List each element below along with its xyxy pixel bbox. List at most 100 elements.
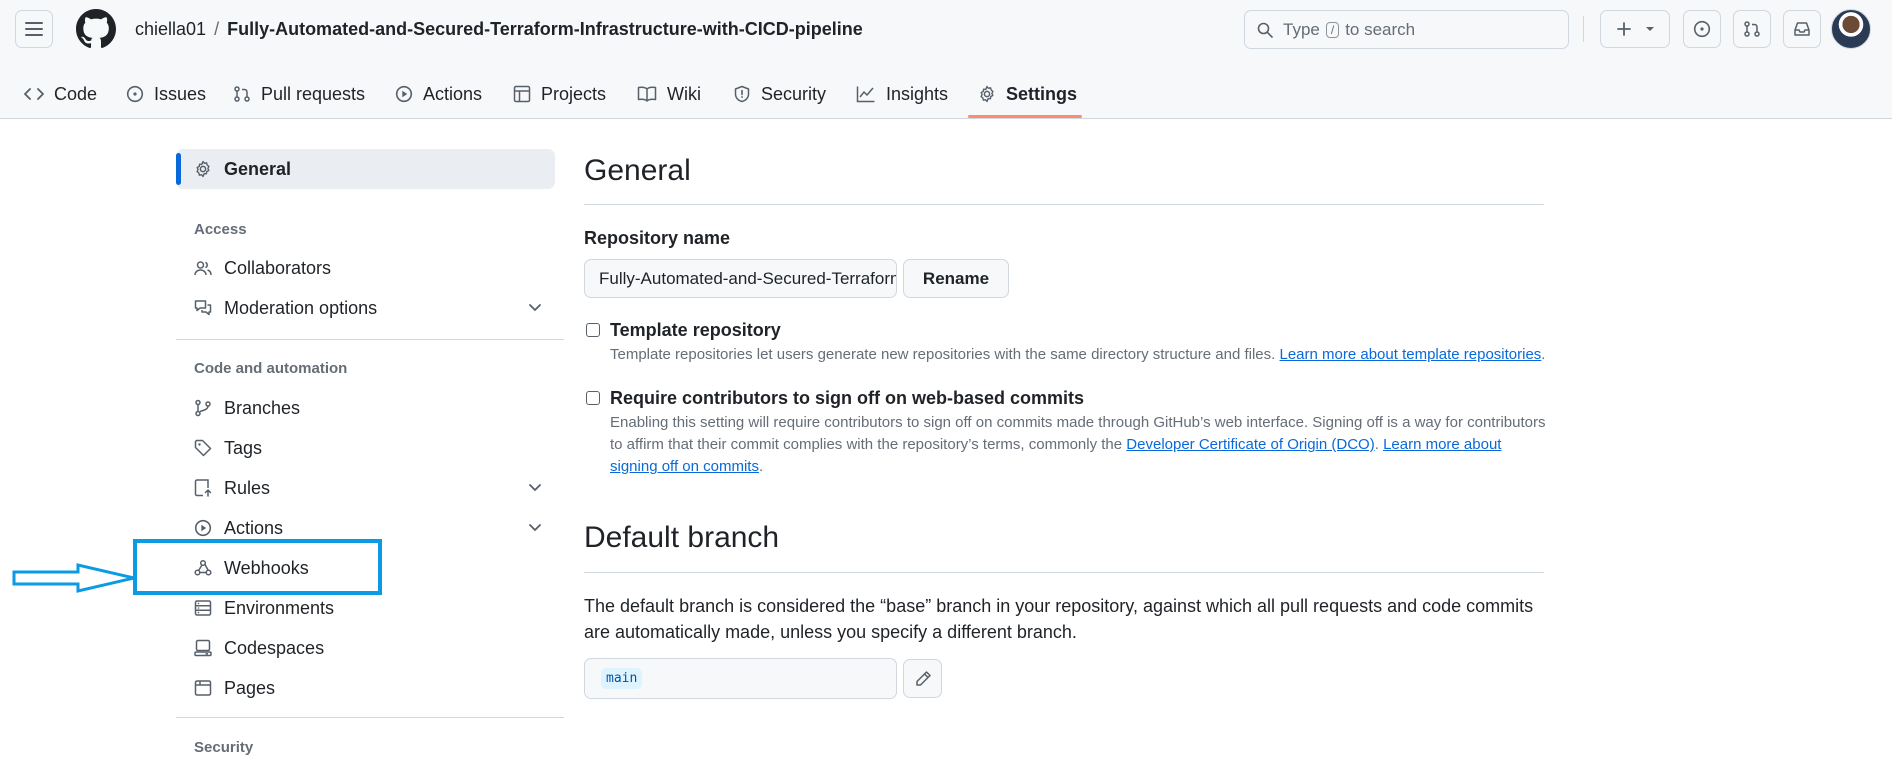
codespaces-icon xyxy=(194,639,212,657)
repo-name-input[interactable]: Fully-Automated-and-Secured-Terraform-In… xyxy=(584,259,897,298)
breadcrumb: chiella01 / Fully-Automated-and-Secured-Te… xyxy=(135,18,863,40)
sidebar-item-rules[interactable]: Rules xyxy=(194,473,270,503)
tab-label: Code xyxy=(54,83,98,104)
tab-security[interactable]: Security xyxy=(733,70,826,118)
template-repository-description: Template repositories let users generate… xyxy=(610,344,1550,366)
sidebar-item-environments[interactable]: Environments xyxy=(194,593,334,623)
issues-button[interactable] xyxy=(1683,10,1721,48)
page-title: General xyxy=(584,154,691,187)
create-new-button[interactable] xyxy=(1600,10,1670,48)
sidebar-item-label: Pages xyxy=(224,677,276,698)
default-branch-heading: Default branch xyxy=(584,521,780,554)
sidebar-item-label: Tags xyxy=(224,437,263,458)
sidebar-item-label: Rules xyxy=(224,477,271,498)
tab-insights[interactable]: Insights xyxy=(856,70,948,118)
play-icon xyxy=(395,85,413,103)
tab-code[interactable]: Code xyxy=(24,70,97,118)
sidebar-item-label: Codespaces xyxy=(224,637,325,658)
sidebar-item-codespaces[interactable]: Codespaces xyxy=(194,633,324,663)
pull-request-icon xyxy=(234,86,250,102)
inbox-icon xyxy=(1794,22,1810,36)
search-suffix: to search xyxy=(1345,19,1416,39)
tab-settings[interactable]: Settings xyxy=(978,70,1077,118)
browser-icon xyxy=(194,680,212,696)
signoff-title: Require contributors to sign off on web-… xyxy=(610,388,1085,408)
pull-requests-button[interactable] xyxy=(1733,10,1771,48)
pull-request-icon xyxy=(1744,21,1760,37)
annotation-highlight-box xyxy=(133,539,382,595)
git-branch-icon xyxy=(195,399,211,417)
default-branch-description: The default branch is considered the “ba… xyxy=(584,596,1534,642)
sidebar-item-pages[interactable]: Pages xyxy=(194,673,275,703)
signoff-mid: . xyxy=(1374,436,1379,453)
graph-icon xyxy=(856,86,875,103)
search-shortcut-key: / xyxy=(1325,21,1340,38)
table-icon xyxy=(513,85,531,103)
tab-wiki[interactable]: Wiki xyxy=(637,70,701,118)
sidebar-item-tags[interactable]: Tags xyxy=(194,433,262,463)
caret-down-icon xyxy=(1645,27,1654,31)
chevron-down-icon[interactable] xyxy=(525,518,545,538)
tab-actions[interactable]: Actions xyxy=(395,70,482,118)
inbox-button[interactable] xyxy=(1783,10,1821,48)
section-divider xyxy=(584,204,1544,205)
sidebar-item-general[interactable]: General xyxy=(194,154,291,184)
sidebar-item-label: Branches xyxy=(224,397,301,418)
search-prefix: Type xyxy=(1283,19,1320,39)
plus-icon xyxy=(1616,22,1631,36)
shield-icon xyxy=(734,85,750,103)
section-divider xyxy=(584,572,1544,573)
tab-projects[interactable]: Projects xyxy=(513,70,606,118)
code-icon xyxy=(24,88,44,100)
book-icon xyxy=(637,86,657,102)
signoff-desc-end: . xyxy=(758,458,764,475)
default-branch-field: main xyxy=(584,658,897,699)
tab-pull-requests[interactable]: Pull requests xyxy=(233,70,365,118)
signoff-checkbox[interactable] xyxy=(586,391,600,405)
template-desc-end: . xyxy=(1541,346,1546,363)
tab-label: Pull requests xyxy=(261,83,366,104)
template-repository-checkbox[interactable] xyxy=(586,323,600,337)
annotation-arrow-icon xyxy=(12,563,135,593)
hamburger-menu-button[interactable] xyxy=(15,10,53,48)
tab-label: Security xyxy=(761,83,827,104)
sidebar-item-label: Collaborators xyxy=(224,257,332,278)
breadcrumb-separator: / xyxy=(214,19,220,39)
sidebar-divider xyxy=(176,339,564,340)
tab-issues[interactable]: Issues xyxy=(126,70,206,118)
template-repository-title: Template repository xyxy=(610,320,781,340)
tab-label: Settings xyxy=(1006,83,1078,104)
hamburger-icon xyxy=(25,22,43,36)
chevron-down-icon[interactable] xyxy=(525,298,545,318)
rename-button[interactable]: Rename xyxy=(903,259,1009,298)
repo-header: chiella01 / Fully-Automated-and-Secured-Te… xyxy=(0,0,1892,119)
issue-icon xyxy=(1693,20,1711,38)
pencil-icon xyxy=(915,670,931,686)
issue-icon xyxy=(126,85,144,103)
global-nav: chiella01 / Fully-Automated-and-Secured-Te… xyxy=(0,0,1892,58)
sidebar-item-branches[interactable]: Branches xyxy=(194,393,300,423)
sidebar-item-label: General xyxy=(224,158,292,179)
tab-label: Issues xyxy=(154,83,207,104)
edit-default-branch-button[interactable] xyxy=(903,659,942,698)
sidebar-item-collaborators[interactable]: Collaborators xyxy=(194,253,331,283)
branch-name-badge: main xyxy=(601,668,643,689)
tab-label: Actions xyxy=(423,83,483,104)
repo-owner-link[interactable]: chiella01 xyxy=(135,19,206,39)
sidebar-heading-code-automation: Code and automation xyxy=(194,360,348,377)
chevron-down-icon[interactable] xyxy=(525,478,545,498)
repo-name-link[interactable]: Fully-Automated-and-Secured-Terraform-In… xyxy=(227,19,863,39)
signoff-description: Enabling this setting will require contr… xyxy=(610,412,1550,478)
github-logo[interactable] xyxy=(76,9,116,49)
template-learn-more-link[interactable]: Learn more about template repositories xyxy=(1279,346,1541,363)
header-divider xyxy=(1583,16,1584,42)
play-icon xyxy=(194,519,212,537)
template-desc-text: Template repositories let users generate… xyxy=(610,346,1276,363)
people-icon xyxy=(194,261,212,276)
user-avatar[interactable] xyxy=(1831,9,1871,49)
dco-link[interactable]: Developer Certificate of Origin (DCO) xyxy=(1126,436,1374,453)
sidebar-item-label: Actions xyxy=(224,517,284,538)
search-input[interactable]: Type / to search xyxy=(1244,10,1569,49)
sidebar-item-moderation[interactable]: Moderation options xyxy=(194,293,377,323)
active-tab-indicator xyxy=(968,115,1082,118)
